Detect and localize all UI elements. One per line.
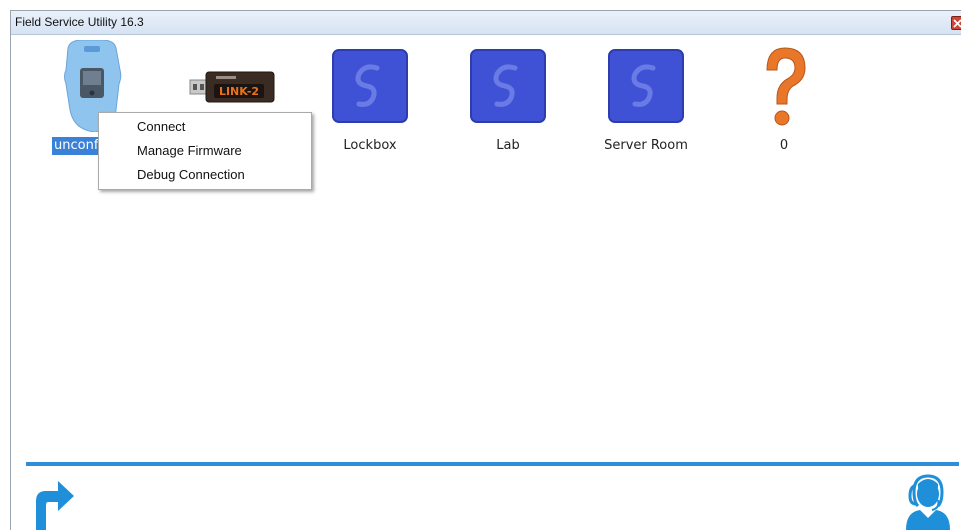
lockbox-device-icon bbox=[315, 40, 425, 130]
close-button[interactable] bbox=[951, 16, 961, 30]
device-label: 0 bbox=[779, 138, 789, 153]
support-agent-icon bbox=[906, 474, 950, 530]
server-room-device-icon bbox=[591, 40, 701, 130]
back-arrow-icon bbox=[36, 481, 74, 530]
footer-divider bbox=[26, 462, 959, 466]
device-lab[interactable]: Lab bbox=[453, 40, 563, 170]
title-bar: Field Service Utility 16.3 bbox=[11, 11, 961, 35]
context-menu: Connect Manage Firmware Debug Connection bbox=[98, 112, 312, 190]
device-server-room[interactable]: Server Room bbox=[591, 40, 701, 170]
device-label-selected[interactable]: unconfigured bbox=[52, 137, 102, 155]
device-label: Lockbox bbox=[343, 138, 397, 153]
window-title: Field Service Utility 16.3 bbox=[15, 15, 144, 29]
menu-item-connect[interactable]: Connect bbox=[99, 115, 311, 139]
device-label: Lab bbox=[496, 138, 520, 153]
back-button[interactable] bbox=[24, 475, 76, 530]
device-label: Server Room bbox=[604, 138, 688, 153]
close-icon bbox=[953, 19, 961, 28]
question-mark-icon bbox=[729, 40, 839, 130]
menu-item-manage-firmware[interactable]: Manage Firmware bbox=[99, 139, 311, 163]
menu-item-debug-connection[interactable]: Debug Connection bbox=[99, 163, 311, 187]
support-button[interactable] bbox=[900, 470, 956, 530]
lab-device-icon bbox=[453, 40, 563, 130]
device-unknown[interactable]: 0 bbox=[729, 40, 839, 170]
device-lockbox[interactable]: Lockbox bbox=[315, 40, 425, 170]
link-2-badge: LINK-2 bbox=[219, 85, 259, 98]
